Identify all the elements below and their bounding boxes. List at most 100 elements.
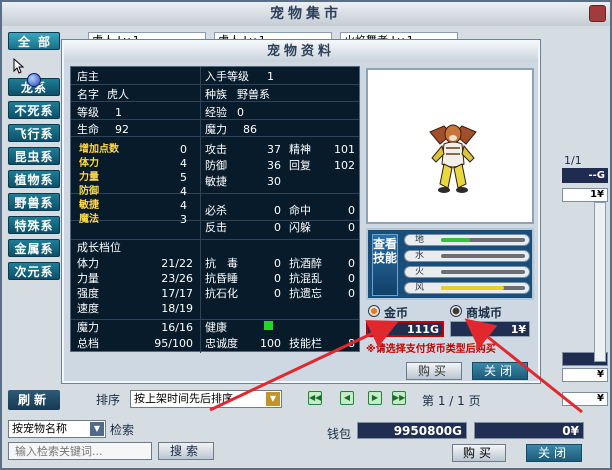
hit-label: 命中 [289,204,311,217]
element-fire-label: 火 [415,267,425,277]
next-page-icon[interactable]: ▶ [368,391,382,405]
race-label: 种族 [205,88,227,101]
pay-mall-radio[interactable] [450,305,462,317]
agility-label: 敏捷 [205,175,227,188]
resist-label-petrify: 抗石化 [205,287,238,300]
market-buy-button[interactable]: 购买 [452,444,506,462]
search-mode-select[interactable]: 按宠物名称 ▼ [8,420,106,438]
bonus-points-value: 0 [180,143,187,156]
spirit-value: 101 [334,143,355,156]
payment-note: ※请选择支付货币类型后购买 [366,344,496,355]
element-wind: 风 [404,282,530,294]
pet-portrait-frame [366,68,534,224]
stat-label-defense: 防御 [79,186,99,197]
last-page-icon[interactable]: ▶▶ [392,391,406,405]
pay-mall-label: 商城币 [466,306,503,320]
attack-label: 攻击 [205,143,227,156]
element-earth-label: 地 [415,235,425,245]
resist-label-sleep: 抗昏睡 [205,272,238,285]
category-beast[interactable]: 野兽系 [8,193,60,211]
growth-label-speed: 速度 [77,302,99,315]
element-wind-label: 风 [415,283,425,293]
crit-value: 0 [274,204,281,217]
refresh-button[interactable]: 刷新 [8,390,60,410]
element-fire: 火 [404,266,530,278]
health-label: 健康 [205,321,227,334]
exp-label: 经验 [205,106,227,119]
recover-label: 回复 [289,159,311,172]
skill-slots-label: 技能栏 [289,337,322,350]
stat-label-strength: 力量 [79,172,99,183]
growth-value-total: 95/100 [154,337,193,350]
orb-icon [27,73,41,87]
mall-price-field: 1¥ [450,321,530,337]
owner-label: 店主 [77,70,99,83]
page-info: 第 1 / 1 页 [422,394,481,408]
chevron-down-icon[interactable]: ▼ [90,422,104,436]
wallet-label: 钱包 [327,427,352,441]
growth-value-toughness: 17/17 [161,287,193,300]
mouse-cursor-icon [13,58,25,74]
skill-slots-value: 8 [348,337,355,350]
bonus-points-label: 增加点数 [79,144,119,155]
growth-label-total: 总档 [77,337,99,350]
category-insect[interactable]: 昆虫系 [8,147,60,165]
defense-label: 防御 [205,159,227,172]
race-value: 野兽系 [237,88,270,101]
resist-label-drunk: 抗酒醉 [289,257,322,270]
category-all[interactable]: 全部 [8,32,60,50]
hit-value: 0 [348,204,355,217]
dodge-value: 0 [348,221,355,234]
tiger-man-sprite-icon [429,124,477,193]
stat-value-defense: 4 [180,185,187,198]
category-flying[interactable]: 飞行系 [8,124,60,142]
element-water-label: 水 [415,251,425,261]
pay-gold-radio[interactable] [368,305,380,317]
search-input[interactable] [8,442,152,460]
exp-value: 0 [237,106,244,119]
growth-value-strength: 23/26 [161,272,193,285]
market-close-button[interactable]: 关闭 [526,444,582,462]
pet-info-dialog: 宠物资料 店主 入手等级 1 名字 虎人 种族 野兽系 等级 1 经验 0 生命… [62,40,540,383]
wallet-gold-value: 9950800G [357,422,467,439]
resist-value-drunk: 0 [348,257,355,270]
view-skills-button[interactable]: 查看技能 [372,234,398,296]
stat-label-magic: 魔法 [79,214,99,225]
search-label: 检索 [110,423,135,437]
category-special[interactable]: 特殊系 [8,216,60,234]
loyalty-label: 忠诚度 [205,337,238,350]
search-button[interactable]: 搜索 [158,442,214,460]
stat-value-agility: 4 [180,199,187,212]
category-dimension[interactable]: 次元系 [8,262,60,280]
dialog-buy-button[interactable]: 购买 [406,362,462,380]
counter-label: 反击 [205,221,227,234]
stat-label-vitality: 体力 [79,158,99,169]
search-mode-value: 按宠物名称 [12,422,67,435]
growth-value-magic: 16/16 [161,321,193,334]
category-undead[interactable]: 不死系 [8,101,60,119]
stat-value-magic: 3 [180,213,187,226]
recover-value: 102 [334,159,355,172]
pet-stats-panel: 店主 入手等级 1 名字 虎人 种族 野兽系 等级 1 经验 0 生命 92 魔… [70,66,360,353]
loyalty-value: 100 [260,337,281,350]
category-metal[interactable]: 金属系 [8,239,60,257]
resist-label-poison: 抗 毒 [205,257,238,270]
attack-value: 37 [267,143,281,156]
chevron-down-icon[interactable]: ▼ [266,392,280,406]
right-mall-value-2: ¥ [562,368,608,382]
window-close-icon[interactable] [589,5,606,22]
sort-label: 排序 [96,393,121,407]
sort-select[interactable]: 按上架时间先后排序 ▼ [130,390,282,408]
prev-page-icon[interactable]: ◀ [340,391,354,405]
agility-value: 30 [267,175,281,188]
resist-value-confusion: 0 [348,272,355,285]
defense-value: 36 [267,159,281,172]
resist-label-forget: 抗遗忘 [289,287,322,300]
growth-label-vitality: 体力 [77,257,99,270]
category-plant[interactable]: 植物系 [8,170,60,188]
stat-value-vitality: 4 [180,157,187,170]
first-page-icon[interactable]: ◀◀ [308,391,322,405]
dialog-close-button[interactable]: 关闭 [472,362,528,380]
resist-label-confusion: 抗混乱 [289,272,322,285]
scrollbar[interactable] [594,202,606,362]
